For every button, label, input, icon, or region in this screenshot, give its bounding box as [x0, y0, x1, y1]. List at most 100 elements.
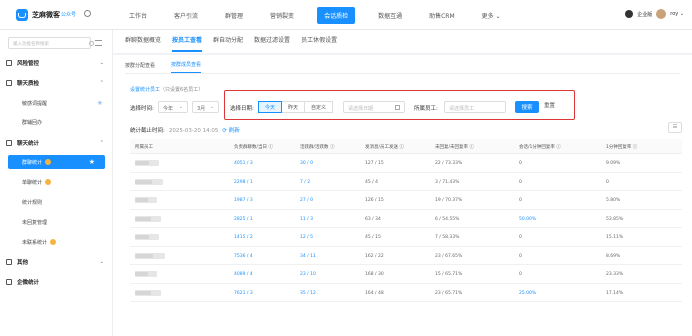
table-cell[interactable]: 50.00% — [519, 217, 536, 222]
table-cell: 162 / 22 — [365, 253, 384, 259]
column-settings-button[interactable]: ☷ — [668, 122, 682, 133]
nav-item-marketing[interactable]: 营销裂变 — [266, 8, 298, 23]
tab-overview[interactable]: 群聊数据概览 — [125, 30, 161, 52]
calendar-icon — [395, 105, 400, 110]
table-cell: 45 / 15 — [365, 235, 381, 240]
table-cell: 9.09% — [606, 161, 621, 166]
sidebar-search-placeholder: 输入功能名称搜索 — [13, 42, 49, 47]
star-icon[interactable]: ★ — [97, 100, 103, 107]
month-select-value: 3月 — [197, 106, 206, 112]
year-select-value: 今年 — [163, 106, 174, 112]
sidebar-item-uncontacted[interactable]: 未联系统计 — [0, 235, 113, 249]
employee-name-redacted — [135, 178, 163, 185]
date-label: 选择日期: — [230, 106, 254, 112]
sidebar-group-label: 企微统计 — [17, 280, 40, 286]
table-cell[interactable]: 1987 / 3 — [234, 198, 253, 203]
date-custom-button[interactable]: 自定义 — [304, 101, 334, 113]
brand-sub-link[interactable]: 公众号 — [61, 11, 76, 18]
collapse-menu-icon[interactable] — [95, 40, 102, 46]
date-picker-input[interactable]: 请选择日期 — [343, 101, 405, 113]
sidebar-group-other[interactable]: 其他 ⌄ — [0, 255, 113, 269]
table-cell[interactable]: 7 / 2 — [300, 180, 310, 185]
table-cell[interactable]: 2298 / 1 — [234, 180, 253, 185]
nav-item-group-manage[interactable]: 群管理 — [221, 8, 247, 23]
sidebar-group-chat-stats[interactable]: 聊天统计 ⌃ — [0, 136, 113, 150]
top-bar: 芝麻微客 公众号 工作台 客户引流 群管理 营销裂变 会话质检 数据互通 助售C… — [0, 0, 692, 30]
table-cell: 0 — [519, 198, 522, 203]
sidebar-search-input[interactable]: 输入功能名称搜索 — [8, 37, 94, 49]
power-toggle-icon[interactable] — [84, 10, 91, 17]
sidebar-item-group-assist[interactable]: 群辅回办 — [0, 115, 113, 129]
table-cell: 23 / 65.71% — [435, 290, 463, 296]
table-header: 所属员工 负责群聊数/当日 ⓘ 活跃群/活跃数 ⓘ 发消息/员工发送 ⓘ 未回复… — [130, 139, 682, 154]
sidebar-group-label: 风险管控 — [17, 61, 40, 67]
sidebar-group-risk[interactable]: 风险管控 ⌄ — [0, 56, 113, 70]
table-cell[interactable]: 2825 / 1 — [234, 217, 253, 222]
avatar[interactable] — [656, 9, 667, 19]
nav-item-more[interactable]: 更多 ⌄ — [478, 8, 505, 23]
column-header: 1分钟回复率 ⓘ — [606, 145, 638, 150]
emoji-icon — [50, 239, 57, 245]
search-icon — [89, 41, 94, 46]
table-cell[interactable]: 1415 / 2 — [234, 235, 253, 240]
user-name[interactable]: roy ⌄ — [670, 11, 684, 17]
date-picker-placeholder: 请选择日期 — [348, 106, 374, 112]
nav-item-crm[interactable]: 助售CRM — [425, 8, 459, 23]
table-cell[interactable]: 23 / 10 — [300, 272, 316, 277]
nav-item-customer-leads[interactable]: 客户引流 — [170, 8, 202, 23]
table-cell[interactable]: 35 / 12 — [300, 291, 316, 296]
employee-name-redacted — [135, 271, 157, 277]
sidebar-group-chat-qc[interactable]: 聊天质检 ⌃ — [0, 76, 113, 90]
sidebar-item-single-chat-stats[interactable]: 单聊统计 — [0, 175, 113, 189]
sidebar-item-label: 群聊统计 — [22, 159, 43, 166]
table-cell[interactable]: 30 / 0 — [300, 161, 313, 166]
reset-button[interactable]: 重置 — [544, 101, 555, 109]
table-cell[interactable]: 7621 / 3 — [234, 291, 253, 296]
sidebar-group-wecom-stats[interactable]: 企微统计 — [0, 275, 113, 289]
subtab-by-group-member[interactable]: 按群成员查看 — [171, 61, 202, 73]
tab-by-employee[interactable]: 按员工查看 — [172, 30, 203, 52]
star-icon[interactable]: ★ — [89, 159, 95, 166]
month-select[interactable]: 3月 ⌄ — [192, 101, 219, 113]
table-cell: 0 — [519, 235, 522, 240]
employee-name-redacted — [135, 289, 161, 296]
date-today-button[interactable]: 今天 — [258, 101, 283, 113]
column-header: 会话/1分钟回复率 ⓘ — [519, 145, 561, 150]
column-header: 发消息/员工发送 ⓘ — [365, 145, 404, 150]
table-cell[interactable]: 25.00% — [519, 291, 536, 296]
nav-item-workbench[interactable]: 工作台 — [125, 8, 151, 23]
sidebar-item-sensitive-words[interactable]: 敏感词提醒 ★ — [0, 96, 113, 110]
date-yesterday-button[interactable]: 昨天 — [281, 101, 306, 113]
search-button[interactable]: 搜索 — [515, 101, 539, 113]
table-cell[interactable]: 12 / 5 — [300, 235, 313, 240]
table-cell[interactable]: 27 / 0 — [300, 198, 313, 203]
main-tabs: 群聊数据概览 按员工查看 群自动分配 数据过滤设置 员工休假设置 — [125, 30, 348, 52]
table-cell: 63 / 34 — [365, 216, 381, 222]
table-cell[interactable]: 34 / 11 — [300, 254, 316, 259]
chevron-down-icon: ⌄ — [178, 104, 183, 110]
set-employee-link[interactable]: 设置统计员工（只设置6名员工） — [130, 86, 203, 93]
sidebar-group-label: 其他 — [17, 260, 29, 266]
enterprise-badge: 企业版 — [637, 11, 653, 18]
nav-item-data-sync[interactable]: 数据互通 — [374, 8, 406, 23]
year-select[interactable]: 今年 ⌄ — [158, 101, 188, 113]
subtab-by-group-assign[interactable]: 按群分配查看 — [125, 62, 155, 73]
nav-item-session-qc[interactable]: 会话质检 — [317, 6, 356, 24]
table-cell[interactable]: 4051 / 3 — [234, 161, 253, 166]
table-cell[interactable]: 4089 / 4 — [234, 272, 253, 277]
chevron-down-icon: ⌄ — [99, 60, 104, 66]
table-cell: 53.85% — [606, 216, 624, 222]
tab-leave-settings[interactable]: 员工休假设置 — [301, 30, 337, 52]
sidebar-item-stats-rules[interactable]: 统计规则 — [0, 195, 113, 209]
table-cell[interactable]: 7536 / 4 — [234, 254, 253, 259]
tab-auto-assign[interactable]: 群自动分配 — [213, 30, 243, 52]
table-cell: 0 — [606, 179, 609, 185]
sidebar-item-label: 单聊统计 — [22, 179, 43, 186]
chevron-up-icon: ⌃ — [99, 140, 104, 146]
tab-filter-settings[interactable]: 数据过滤设置 — [254, 30, 290, 52]
employee-select[interactable]: 请选择员工 — [444, 101, 506, 113]
sidebar-item-unreplied[interactable]: 未回复管理 — [0, 215, 113, 229]
sidebar-item-group-chat-stats[interactable]: 群聊统计 ★ — [8, 155, 105, 169]
refresh-link[interactable]: ⟳ 刷新 — [222, 128, 239, 134]
table-cell[interactable]: 11 / 3 — [300, 217, 313, 222]
